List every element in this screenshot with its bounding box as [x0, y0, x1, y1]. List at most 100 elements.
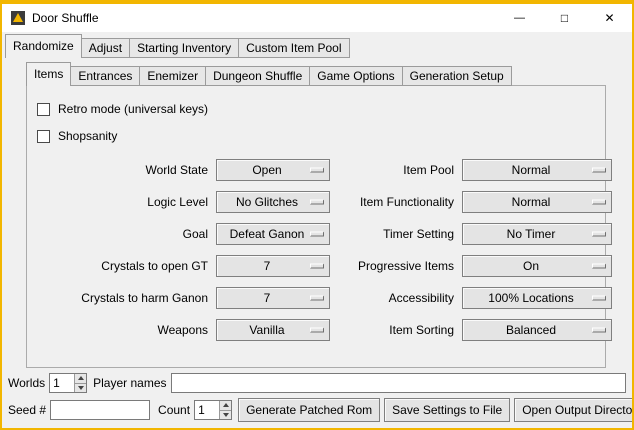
- dropdown-indicator-icon: [592, 168, 606, 173]
- tab-randomize[interactable]: Randomize: [5, 34, 82, 58]
- seed-row: Seed # Count Generate Patched Rom Save S…: [8, 398, 626, 422]
- worlds-stepper[interactable]: [49, 373, 87, 393]
- save-settings-button[interactable]: Save Settings to File: [384, 398, 510, 422]
- player-names-label: Player names: [93, 376, 166, 390]
- dropdown-indicator-icon: [592, 264, 606, 269]
- dropdown-indicator-icon: [310, 168, 324, 173]
- dropdown-value: Defeat Ganon: [230, 227, 305, 241]
- count-stepper-arrows: [219, 401, 231, 419]
- items-panel: Retro mode (universal keys) Shopsanity W…: [26, 85, 606, 368]
- arrow-up-icon: [223, 403, 229, 407]
- tab-enemizer[interactable]: Enemizer: [139, 66, 206, 86]
- dropdown-indicator-icon: [310, 200, 324, 205]
- logic-level-dropdown[interactable]: No Glitches: [216, 191, 330, 213]
- tab-game-options[interactable]: Game Options: [309, 66, 402, 86]
- count-up-button[interactable]: [220, 401, 231, 410]
- item-functionality-label: Item Functionality: [335, 195, 457, 209]
- dropdown-value: Vanilla: [249, 323, 284, 337]
- dropdown-indicator-icon: [310, 296, 324, 301]
- maximize-button[interactable]: □: [542, 4, 587, 32]
- goal-dropdown[interactable]: Defeat Ganon: [216, 223, 330, 245]
- generate-patched-rom-button[interactable]: Generate Patched Rom: [238, 398, 380, 422]
- tab-label: Dungeon Shuffle: [213, 69, 302, 83]
- item-sorting-dropdown[interactable]: Balanced: [462, 319, 612, 341]
- minimize-button[interactable]: —: [497, 4, 542, 32]
- item-sorting-label: Item Sorting: [335, 323, 457, 337]
- progressive-items-dropdown[interactable]: On: [462, 255, 612, 277]
- worlds-up-button[interactable]: [75, 374, 86, 383]
- tab-adjust[interactable]: Adjust: [81, 38, 130, 58]
- crystals-gt-dropdown[interactable]: 7: [216, 255, 330, 277]
- tab-label: Entrances: [78, 69, 132, 83]
- arrow-up-icon: [78, 376, 84, 380]
- timer-setting-label: Timer Setting: [335, 227, 457, 241]
- dropdown-value: No Timer: [507, 227, 556, 241]
- count-stepper[interactable]: [194, 400, 232, 420]
- crystals-ganon-dropdown[interactable]: 7: [216, 287, 330, 309]
- tab-items[interactable]: Items: [26, 62, 71, 86]
- titlebar: Door Shuffle — □ ✕: [2, 4, 632, 32]
- count-down-button[interactable]: [220, 410, 231, 420]
- inner-tab-bar: Items Entrances Enemizer Dungeon Shuffle…: [26, 62, 632, 86]
- dropdown-value: 100% Locations: [488, 291, 573, 305]
- worlds-down-button[interactable]: [75, 383, 86, 393]
- tab-custom-item-pool[interactable]: Custom Item Pool: [238, 38, 349, 58]
- item-functionality-dropdown[interactable]: Normal: [462, 191, 612, 213]
- shopsanity-label: Shopsanity: [58, 129, 117, 143]
- dropdown-value: 7: [264, 291, 271, 305]
- dropdown-value: Normal: [512, 163, 551, 177]
- accessibility-dropdown[interactable]: 100% Locations: [462, 287, 612, 309]
- dropdown-indicator-icon: [310, 264, 324, 269]
- tab-label: Game Options: [317, 69, 394, 83]
- tab-label: Custom Item Pool: [246, 41, 341, 55]
- dropdown-value: No Glitches: [236, 195, 298, 209]
- seed-input[interactable]: [50, 400, 150, 420]
- progressive-items-label: Progressive Items: [335, 259, 457, 273]
- crystals-gt-label: Crystals to open GT: [29, 259, 211, 273]
- dropdown-indicator-icon: [592, 328, 606, 333]
- dropdown-indicator-icon: [310, 328, 324, 333]
- options-grid: World State Open Item Pool Normal Logic …: [29, 159, 603, 341]
- tab-label: Starting Inventory: [137, 41, 231, 55]
- tab-dungeon-shuffle[interactable]: Dungeon Shuffle: [205, 66, 310, 86]
- item-pool-label: Item Pool: [335, 163, 457, 177]
- tab-entrances[interactable]: Entrances: [70, 66, 140, 86]
- crystals-ganon-label: Crystals to harm Ganon: [29, 291, 211, 305]
- world-state-dropdown[interactable]: Open: [216, 159, 330, 181]
- player-names-input[interactable]: [171, 373, 627, 393]
- footer: Worlds Player names Seed # Count: [2, 368, 632, 428]
- world-state-label: World State: [29, 163, 211, 177]
- dropdown-indicator-icon: [592, 296, 606, 301]
- dropdown-indicator-icon: [310, 232, 324, 237]
- outer-tab-bar: Randomize Adjust Starting Inventory Cust…: [5, 34, 632, 58]
- count-input[interactable]: [195, 401, 219, 419]
- timer-setting-dropdown[interactable]: No Timer: [462, 223, 612, 245]
- window-title: Door Shuffle: [32, 11, 497, 25]
- dropdown-value: On: [523, 259, 539, 273]
- tab-label: Adjust: [89, 41, 122, 55]
- shopsanity-checkbox[interactable]: [37, 130, 50, 143]
- app-icon: [10, 10, 26, 26]
- accessibility-label: Accessibility: [335, 291, 457, 305]
- open-output-directory-button[interactable]: Open Output Directory: [514, 398, 634, 422]
- dropdown-value: Balanced: [506, 323, 556, 337]
- tab-generation-setup[interactable]: Generation Setup: [402, 66, 512, 86]
- logic-level-label: Logic Level: [29, 195, 211, 209]
- weapons-dropdown[interactable]: Vanilla: [216, 319, 330, 341]
- dropdown-value: Normal: [512, 195, 551, 209]
- dropdown-value: 7: [264, 259, 271, 273]
- item-pool-dropdown[interactable]: Normal: [462, 159, 612, 181]
- seed-label: Seed #: [8, 403, 46, 417]
- tab-starting-inventory[interactable]: Starting Inventory: [129, 38, 239, 58]
- arrow-down-icon: [78, 386, 84, 390]
- maximize-icon: □: [561, 11, 568, 25]
- close-button[interactable]: ✕: [587, 4, 632, 32]
- worlds-input[interactable]: [50, 374, 74, 392]
- tab-label: Enemizer: [147, 69, 198, 83]
- count-label: Count: [158, 403, 190, 417]
- tab-label: Generation Setup: [410, 69, 504, 83]
- worlds-label: Worlds: [8, 376, 45, 390]
- retro-mode-checkbox[interactable]: [37, 103, 50, 116]
- goal-label: Goal: [29, 227, 211, 241]
- retro-mode-label: Retro mode (universal keys): [58, 102, 208, 116]
